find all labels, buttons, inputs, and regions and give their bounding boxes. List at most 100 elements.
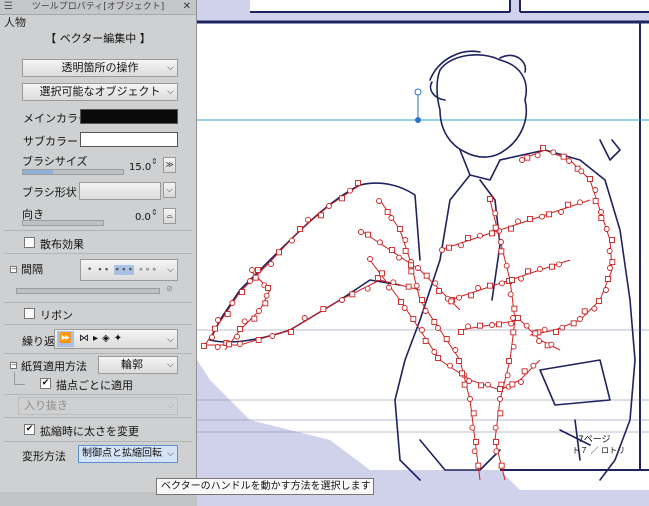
repeat-dropdown[interactable]: ⏩ ⋈▸◈✦ ⌵ <box>54 329 178 349</box>
scale-thickness-checkbox[interactable]: ✔ <box>24 424 35 435</box>
anchor-point[interactable] <box>305 216 311 223</box>
control-point[interactable] <box>527 216 533 222</box>
brush-shape-dropdown[interactable] <box>79 182 161 200</box>
anchor-point[interactable] <box>388 215 395 221</box>
anchor-point[interactable] <box>415 265 421 271</box>
control-point[interactable] <box>410 316 417 322</box>
control-point[interactable] <box>389 247 395 253</box>
anchor-point[interactable] <box>249 267 255 273</box>
anchor-point[interactable] <box>492 424 499 431</box>
control-point[interactable] <box>509 277 515 283</box>
main-color-swatch[interactable] <box>80 109 178 124</box>
brush-shape-chevron[interactable]: ⌵ <box>163 182 176 198</box>
control-point[interactable] <box>379 270 385 277</box>
anchor-point[interactable] <box>539 213 545 220</box>
anchor-point[interactable] <box>422 308 429 314</box>
control-point[interactable] <box>540 145 546 151</box>
control-point[interactable] <box>349 291 356 298</box>
control-point[interactable] <box>498 248 505 255</box>
anchor-point[interactable] <box>523 322 530 329</box>
anchor-point[interactable] <box>566 158 572 164</box>
control-point[interactable] <box>477 322 483 329</box>
anchor-point[interactable] <box>577 199 583 206</box>
anchor-point[interactable] <box>559 324 566 331</box>
anchor-point[interactable] <box>518 379 524 385</box>
anchor-point[interactable] <box>419 327 425 333</box>
anchor-point[interactable] <box>209 334 215 341</box>
control-point[interactable] <box>509 381 516 388</box>
anchor-point[interactable] <box>439 247 445 253</box>
anchor-point[interactable] <box>256 308 262 314</box>
control-point[interactable] <box>297 226 303 232</box>
control-point[interactable] <box>592 198 599 204</box>
anchor-point[interactable] <box>367 256 373 262</box>
transform-dropdown[interactable]: 制御点と拡縮回転 ⌵ <box>78 445 178 463</box>
control-point[interactable] <box>487 282 493 289</box>
anchor-point[interactable] <box>432 280 439 287</box>
control-point[interactable] <box>470 410 477 417</box>
control-point[interactable] <box>456 358 462 364</box>
anchor-point[interactable] <box>603 287 609 293</box>
control-point[interactable] <box>320 306 327 312</box>
control-point[interactable] <box>252 274 259 281</box>
anchor-point[interactable] <box>598 209 604 215</box>
control-point[interactable] <box>212 325 218 332</box>
control-point[interactable] <box>478 382 484 389</box>
control-point[interactable] <box>251 315 258 322</box>
control-point[interactable] <box>497 410 504 417</box>
control-point[interactable] <box>339 195 345 202</box>
anchor-point[interactable] <box>229 300 236 306</box>
control-point[interactable] <box>435 355 441 361</box>
anchor-point[interactable] <box>431 349 438 355</box>
spacing-slider[interactable] <box>16 288 160 294</box>
anchor-point[interactable] <box>301 315 308 321</box>
control-point[interactable] <box>419 297 425 303</box>
control-point[interactable] <box>239 289 245 295</box>
anchor-point[interactable] <box>536 338 542 344</box>
anchor-point[interactable] <box>377 239 383 246</box>
anchor-point[interactable] <box>465 323 471 330</box>
control-point[interactable] <box>459 370 465 377</box>
control-point[interactable] <box>384 209 391 215</box>
anchor-point[interactable] <box>556 261 562 268</box>
control-point[interactable] <box>318 212 324 219</box>
control-point[interactable] <box>461 381 468 388</box>
anchor-point[interactable] <box>498 239 504 245</box>
collapse-icon[interactable]: − <box>10 362 17 369</box>
anchor-point[interactable] <box>592 187 599 193</box>
control-point[interactable] <box>423 272 430 279</box>
control-point[interactable] <box>515 315 521 321</box>
pressure-setting-button[interactable]: ≫ <box>163 157 176 173</box>
control-point[interactable] <box>468 292 474 299</box>
control-point[interactable] <box>443 336 450 342</box>
control-point[interactable] <box>524 154 531 161</box>
anchor-point[interactable] <box>503 262 510 269</box>
control-point[interactable] <box>553 329 559 335</box>
control-point[interactable] <box>397 226 403 232</box>
anchor-point[interactable] <box>541 326 548 333</box>
control-point[interactable] <box>237 326 243 332</box>
spacing-dropdown[interactable]: • ∙∙ ∙∙∙ ∘∘∘ ⌵ <box>80 259 178 281</box>
panel-titlebar[interactable]: ☰ ツールプロパティ[オブジェクト] ✕ <box>0 0 196 15</box>
select-target-dropdown[interactable]: 選択可能なオブジェクト ⌵ <box>22 83 178 101</box>
anchor-point[interactable] <box>467 396 473 402</box>
anchor-point[interactable] <box>401 305 408 311</box>
anchor-point[interactable] <box>339 297 345 303</box>
control-point[interactable] <box>492 224 499 231</box>
anchor-point[interactable] <box>530 362 537 369</box>
anchor-point[interactable] <box>364 285 371 292</box>
control-point[interactable] <box>487 196 493 202</box>
sub-color-swatch[interactable] <box>80 132 178 147</box>
control-point[interactable] <box>498 462 505 469</box>
anchor-point[interactable] <box>518 275 524 282</box>
control-point[interactable] <box>458 329 464 335</box>
control-point[interactable] <box>475 462 482 469</box>
control-point[interactable] <box>581 308 588 315</box>
direction-slider[interactable] <box>22 220 104 226</box>
brush-size-value[interactable]: 15.0 <box>129 162 151 173</box>
anchor-point[interactable] <box>515 218 521 225</box>
anchor-point[interactable] <box>268 261 274 267</box>
brush-size-slider[interactable] <box>22 169 124 175</box>
anchor-point[interactable] <box>456 294 462 301</box>
anchor-point[interactable] <box>402 237 409 243</box>
